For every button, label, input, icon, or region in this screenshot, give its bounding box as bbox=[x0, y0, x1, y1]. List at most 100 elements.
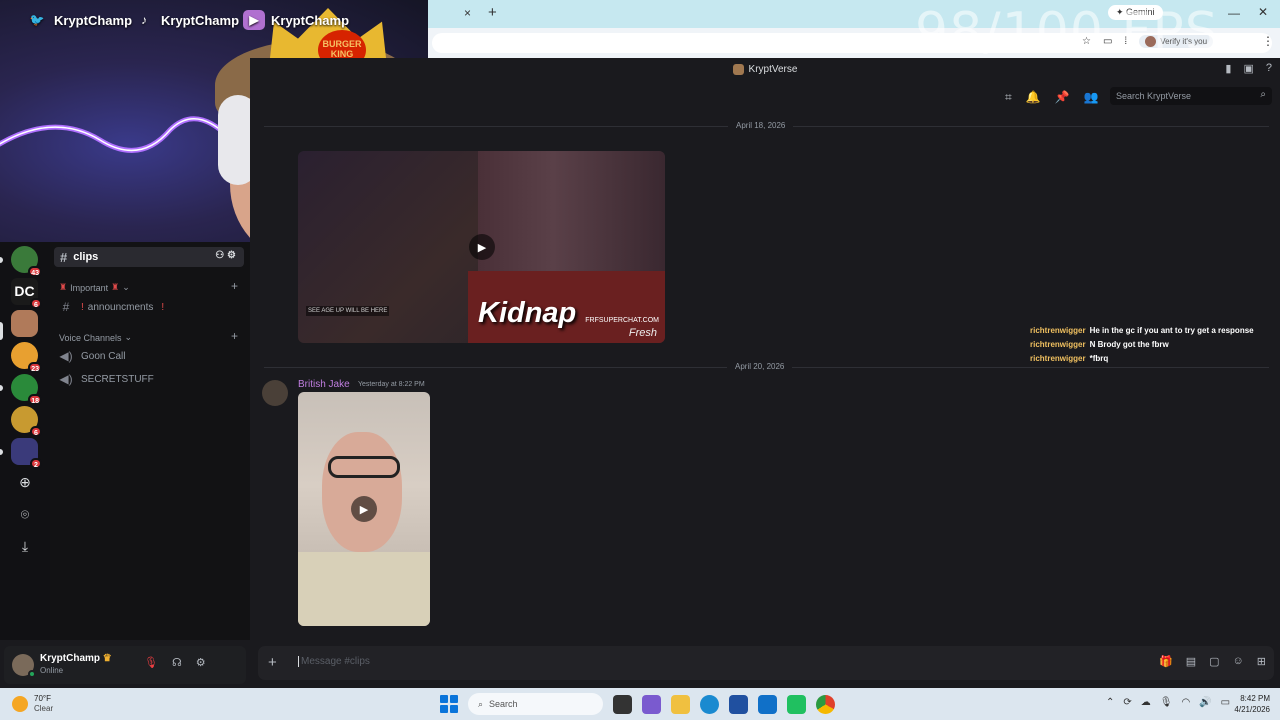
stream-chat-text: He in the gc if you ant to try get a res… bbox=[1089, 326, 1254, 335]
video-attachment[interactable]: ▶ bbox=[298, 392, 430, 626]
sync-icon[interactable]: ⟳ bbox=[1123, 697, 1131, 708]
task-view-icon[interactable] bbox=[613, 694, 632, 714]
store-icon[interactable] bbox=[729, 694, 748, 714]
server-initials: DC bbox=[14, 283, 35, 299]
youtube-handle: KryptChamp bbox=[271, 12, 350, 28]
server-icon-4[interactable]: 23 bbox=[11, 342, 42, 373]
chat-area: KryptVerse ▮ ▣ ? ⌗ 🔔 📌 👥 Search KryptVer… bbox=[250, 58, 1280, 688]
channel-sidebar: # clips ⚇ ⚙ ♜ Important ♜ ⌄ + # ! announ… bbox=[50, 242, 250, 640]
search-icon: ⌕ bbox=[478, 698, 484, 709]
file-explorer-icon[interactable] bbox=[671, 694, 690, 714]
username-text: KryptChamp bbox=[40, 653, 101, 664]
video-person bbox=[322, 432, 402, 552]
channel-clips[interactable]: # clips ⚇ ⚙ bbox=[54, 247, 244, 267]
date-label: April 20, 2026 bbox=[727, 362, 793, 371]
mic-muted-icon[interactable]: 🎙 bbox=[144, 656, 158, 669]
speaker-icon: ◀) bbox=[59, 349, 73, 363]
voice-channel-goon-call[interactable]: ◀) Goon Call bbox=[59, 349, 125, 363]
emoji-icon[interactable]: ☺ bbox=[1233, 655, 1244, 668]
minimize-icon[interactable]: — bbox=[1228, 6, 1240, 20]
category-important[interactable]: ♜ Important ♜ ⌄ bbox=[59, 282, 130, 293]
taskbar-clock[interactable]: 8:42 PM 4/21/2026 bbox=[1224, 693, 1270, 715]
weather-icon bbox=[12, 695, 28, 712]
play-icon[interactable]: ▶ bbox=[469, 234, 495, 260]
chrome-icon[interactable] bbox=[816, 694, 835, 714]
twitter-handle: KryptChamp bbox=[54, 12, 133, 28]
bookmark-icon[interactable]: ▮ bbox=[1225, 62, 1231, 75]
wifi-icon[interactable]: ◠ bbox=[1181, 697, 1190, 708]
video-corner-text: Fresh bbox=[628, 327, 657, 339]
siren-icon: ♜ bbox=[111, 282, 120, 292]
chevron-up-icon[interactable]: ⌃ bbox=[1106, 697, 1114, 708]
member-list-icon[interactable]: 👥 bbox=[1084, 90, 1099, 105]
download-icon[interactable]: ⤓ bbox=[15, 536, 35, 556]
server-icon-5[interactable]: 18 bbox=[11, 374, 42, 405]
message-author[interactable]: British Jake bbox=[298, 379, 350, 390]
windows-start-icon[interactable] bbox=[440, 695, 458, 713]
unread-pill bbox=[0, 257, 3, 263]
gift-icon[interactable]: 🎁 bbox=[1159, 655, 1173, 668]
channel-announcments[interactable]: # ! announcments ! bbox=[59, 300, 165, 314]
new-tab-button[interactable]: + bbox=[488, 4, 497, 21]
add-server-icon[interactable]: ⊕ bbox=[15, 472, 35, 492]
threads-icon[interactable]: ⌗ bbox=[1005, 90, 1012, 105]
apps-icon[interactable]: ⊞ bbox=[1257, 655, 1266, 668]
search-input[interactable]: Search KryptVerse ⌕ bbox=[1110, 87, 1272, 105]
discover-icon[interactable]: ⌾ bbox=[15, 504, 35, 524]
stream-chat-user: richtrenwigger bbox=[1030, 326, 1086, 335]
video-attachment-kidnap[interactable]: SEE AGE UP WILL BE HERE Kidnap FRFSUPERC… bbox=[298, 151, 665, 343]
twitter-icon: 🐦 bbox=[29, 13, 45, 27]
browser-menu-icon[interactable]: ⋮ bbox=[1262, 34, 1274, 48]
user-settings-icon[interactable]: ⚙ bbox=[196, 656, 206, 669]
gif-icon[interactable]: ▤ bbox=[1186, 655, 1196, 668]
taskbar-search[interactable]: ⌕ Search bbox=[468, 693, 603, 715]
add-channel-icon[interactable]: + bbox=[231, 279, 238, 293]
search-icon: ⌕ bbox=[1260, 89, 1266, 100]
weather-condition: Clear bbox=[34, 704, 54, 713]
server-icon-2[interactable]: DC 6 bbox=[11, 278, 42, 309]
avatar[interactable] bbox=[262, 380, 288, 406]
category-voice-channels[interactable]: Voice Channels ⌄ bbox=[59, 332, 132, 343]
headphones-icon[interactable]: ☊ bbox=[172, 656, 182, 669]
add-attachment-icon[interactable]: + bbox=[268, 654, 277, 671]
server-icon-1[interactable]: 43 bbox=[11, 246, 42, 277]
voice-channel-secretstuff[interactable]: ◀) SECRETSTUFF bbox=[59, 372, 153, 386]
mention-badge: 6 bbox=[30, 426, 42, 437]
tab-close-button[interactable]: × bbox=[464, 6, 471, 20]
inbox-icon[interactable]: ▣ bbox=[1243, 62, 1253, 75]
edge-icon[interactable] bbox=[700, 694, 719, 714]
user-status: Online bbox=[40, 666, 64, 675]
channel-label: announcments bbox=[87, 301, 154, 313]
mic-icon[interactable]: 🎙 bbox=[1160, 697, 1173, 708]
windows-taskbar: 70°F Clear ⌕ Search ⌃ ⟳ ☁ 🎙 ◠ 🔊 ▭ 8:42 PM… bbox=[0, 688, 1280, 720]
sticker-icon[interactable]: ▢ bbox=[1209, 655, 1219, 668]
username[interactable]: KryptChamp ♛ bbox=[40, 653, 112, 664]
server-icon-6[interactable]: 6 bbox=[11, 406, 42, 437]
channel-settings-icons[interactable]: ⚇ ⚙ bbox=[215, 250, 236, 261]
search-placeholder: Search KryptVerse bbox=[1116, 91, 1192, 101]
video-overlay-text: Kidnap bbox=[478, 297, 577, 329]
volume-icon[interactable]: 🔊 bbox=[1199, 697, 1211, 708]
mail-icon[interactable] bbox=[758, 694, 777, 714]
play-icon[interactable]: ▶ bbox=[351, 496, 377, 522]
close-window-icon[interactable]: ✕ bbox=[1258, 5, 1268, 19]
locked-speaker-icon: ◀) bbox=[59, 372, 73, 386]
video-caption: SEE AGE UP WILL BE HERE bbox=[306, 306, 390, 316]
hash-icon: # bbox=[62, 300, 70, 314]
add-channel-icon[interactable]: + bbox=[231, 329, 238, 343]
server-icon-3[interactable] bbox=[11, 310, 38, 337]
mention-badge: 23 bbox=[28, 362, 42, 373]
copilot-icon[interactable] bbox=[642, 694, 661, 714]
app-icon[interactable] bbox=[787, 694, 806, 714]
server-logo-icon bbox=[732, 63, 744, 75]
help-icon[interactable]: ? bbox=[1266, 62, 1272, 75]
weather-widget[interactable]: 70°F Clear bbox=[12, 694, 53, 713]
network-icon[interactable]: ☁ bbox=[1141, 697, 1151, 708]
social-youtube: ▶ KryptChamp bbox=[243, 10, 349, 30]
category-label: Voice Channels bbox=[59, 332, 122, 343]
pin-icon[interactable]: 📌 bbox=[1055, 90, 1070, 105]
notification-bell-icon[interactable]: 🔔 bbox=[1026, 90, 1041, 105]
server-icon-7[interactable]: 2 bbox=[11, 438, 42, 469]
clock-time: 8:42 PM bbox=[1240, 694, 1270, 703]
message-input[interactable]: Message #clips bbox=[298, 656, 370, 667]
